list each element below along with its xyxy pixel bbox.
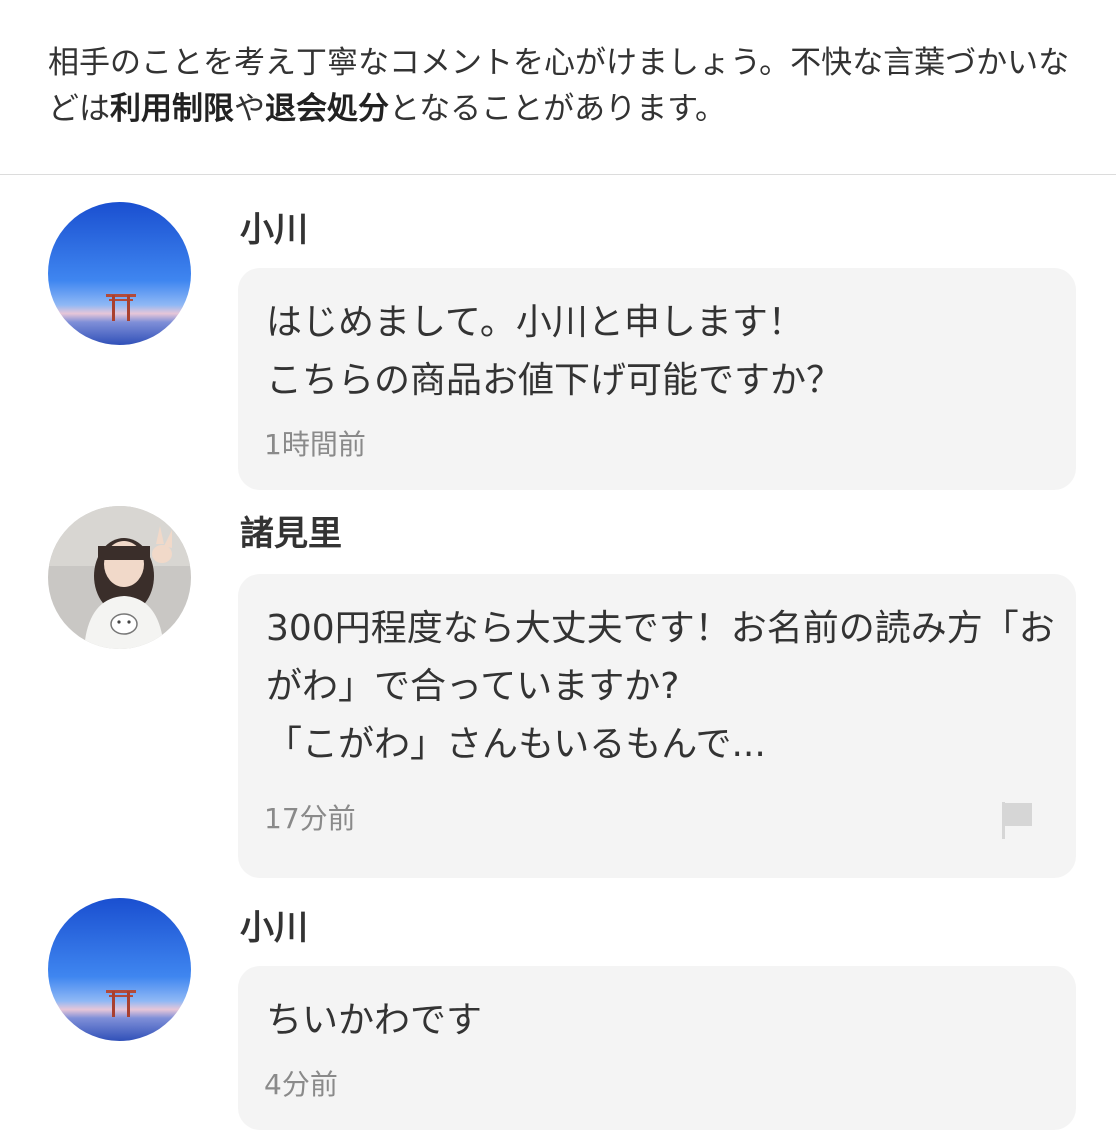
comment-guideline-notice: 相手のことを考え丁寧なコメントを心がけましょう。不快な言葉づかいなどは利用制限や… [48, 40, 1078, 132]
notice-usage-restriction: 利用制限 [110, 91, 234, 127]
comment-message: はじめまして。小川と申します！ こちらの商品お値下げ可能ですか？ [266, 302, 843, 401]
comment-timestamp: 4分前 [264, 1068, 338, 1101]
comment-username[interactable]: 諸見里 [240, 514, 342, 554]
comment-username[interactable]: 小川 [240, 210, 308, 250]
avatar-torii-image [48, 202, 191, 345]
comment-bubble: はじめまして。小川と申します！ こちらの商品お値下げ可能ですか？ 1時間前 [238, 268, 1076, 490]
avatar[interactable] [48, 506, 191, 649]
avatar-person-photo [48, 506, 191, 649]
avatar[interactable] [48, 202, 191, 345]
comment-username[interactable]: 小川 [240, 908, 308, 948]
divider [0, 174, 1116, 175]
comment-bubble: 300円程度なら大丈夫です！お名前の読み方「おがわ」で合っていますか? 「こがわ… [238, 574, 1076, 878]
notice-text-ending: となることがあります。 [389, 91, 726, 127]
comment-bubble: ちいかわです 4分前 [238, 966, 1076, 1130]
notice-account-termination: 退会処分 [265, 91, 389, 127]
comment-message: ちいかわです [266, 1000, 483, 1041]
comment-timestamp: 17分前 [264, 802, 356, 835]
avatar[interactable] [48, 898, 191, 1041]
notice-text-connector: や [234, 91, 265, 127]
comment-timestamp: 1時間前 [264, 428, 366, 461]
flag-icon[interactable] [1000, 800, 1034, 840]
avatar-torii-image [48, 898, 191, 1041]
comment-message: 300円程度なら大丈夫です！お名前の読み方「おがわ」で合っていますか? 「こがわ… [266, 608, 1055, 765]
